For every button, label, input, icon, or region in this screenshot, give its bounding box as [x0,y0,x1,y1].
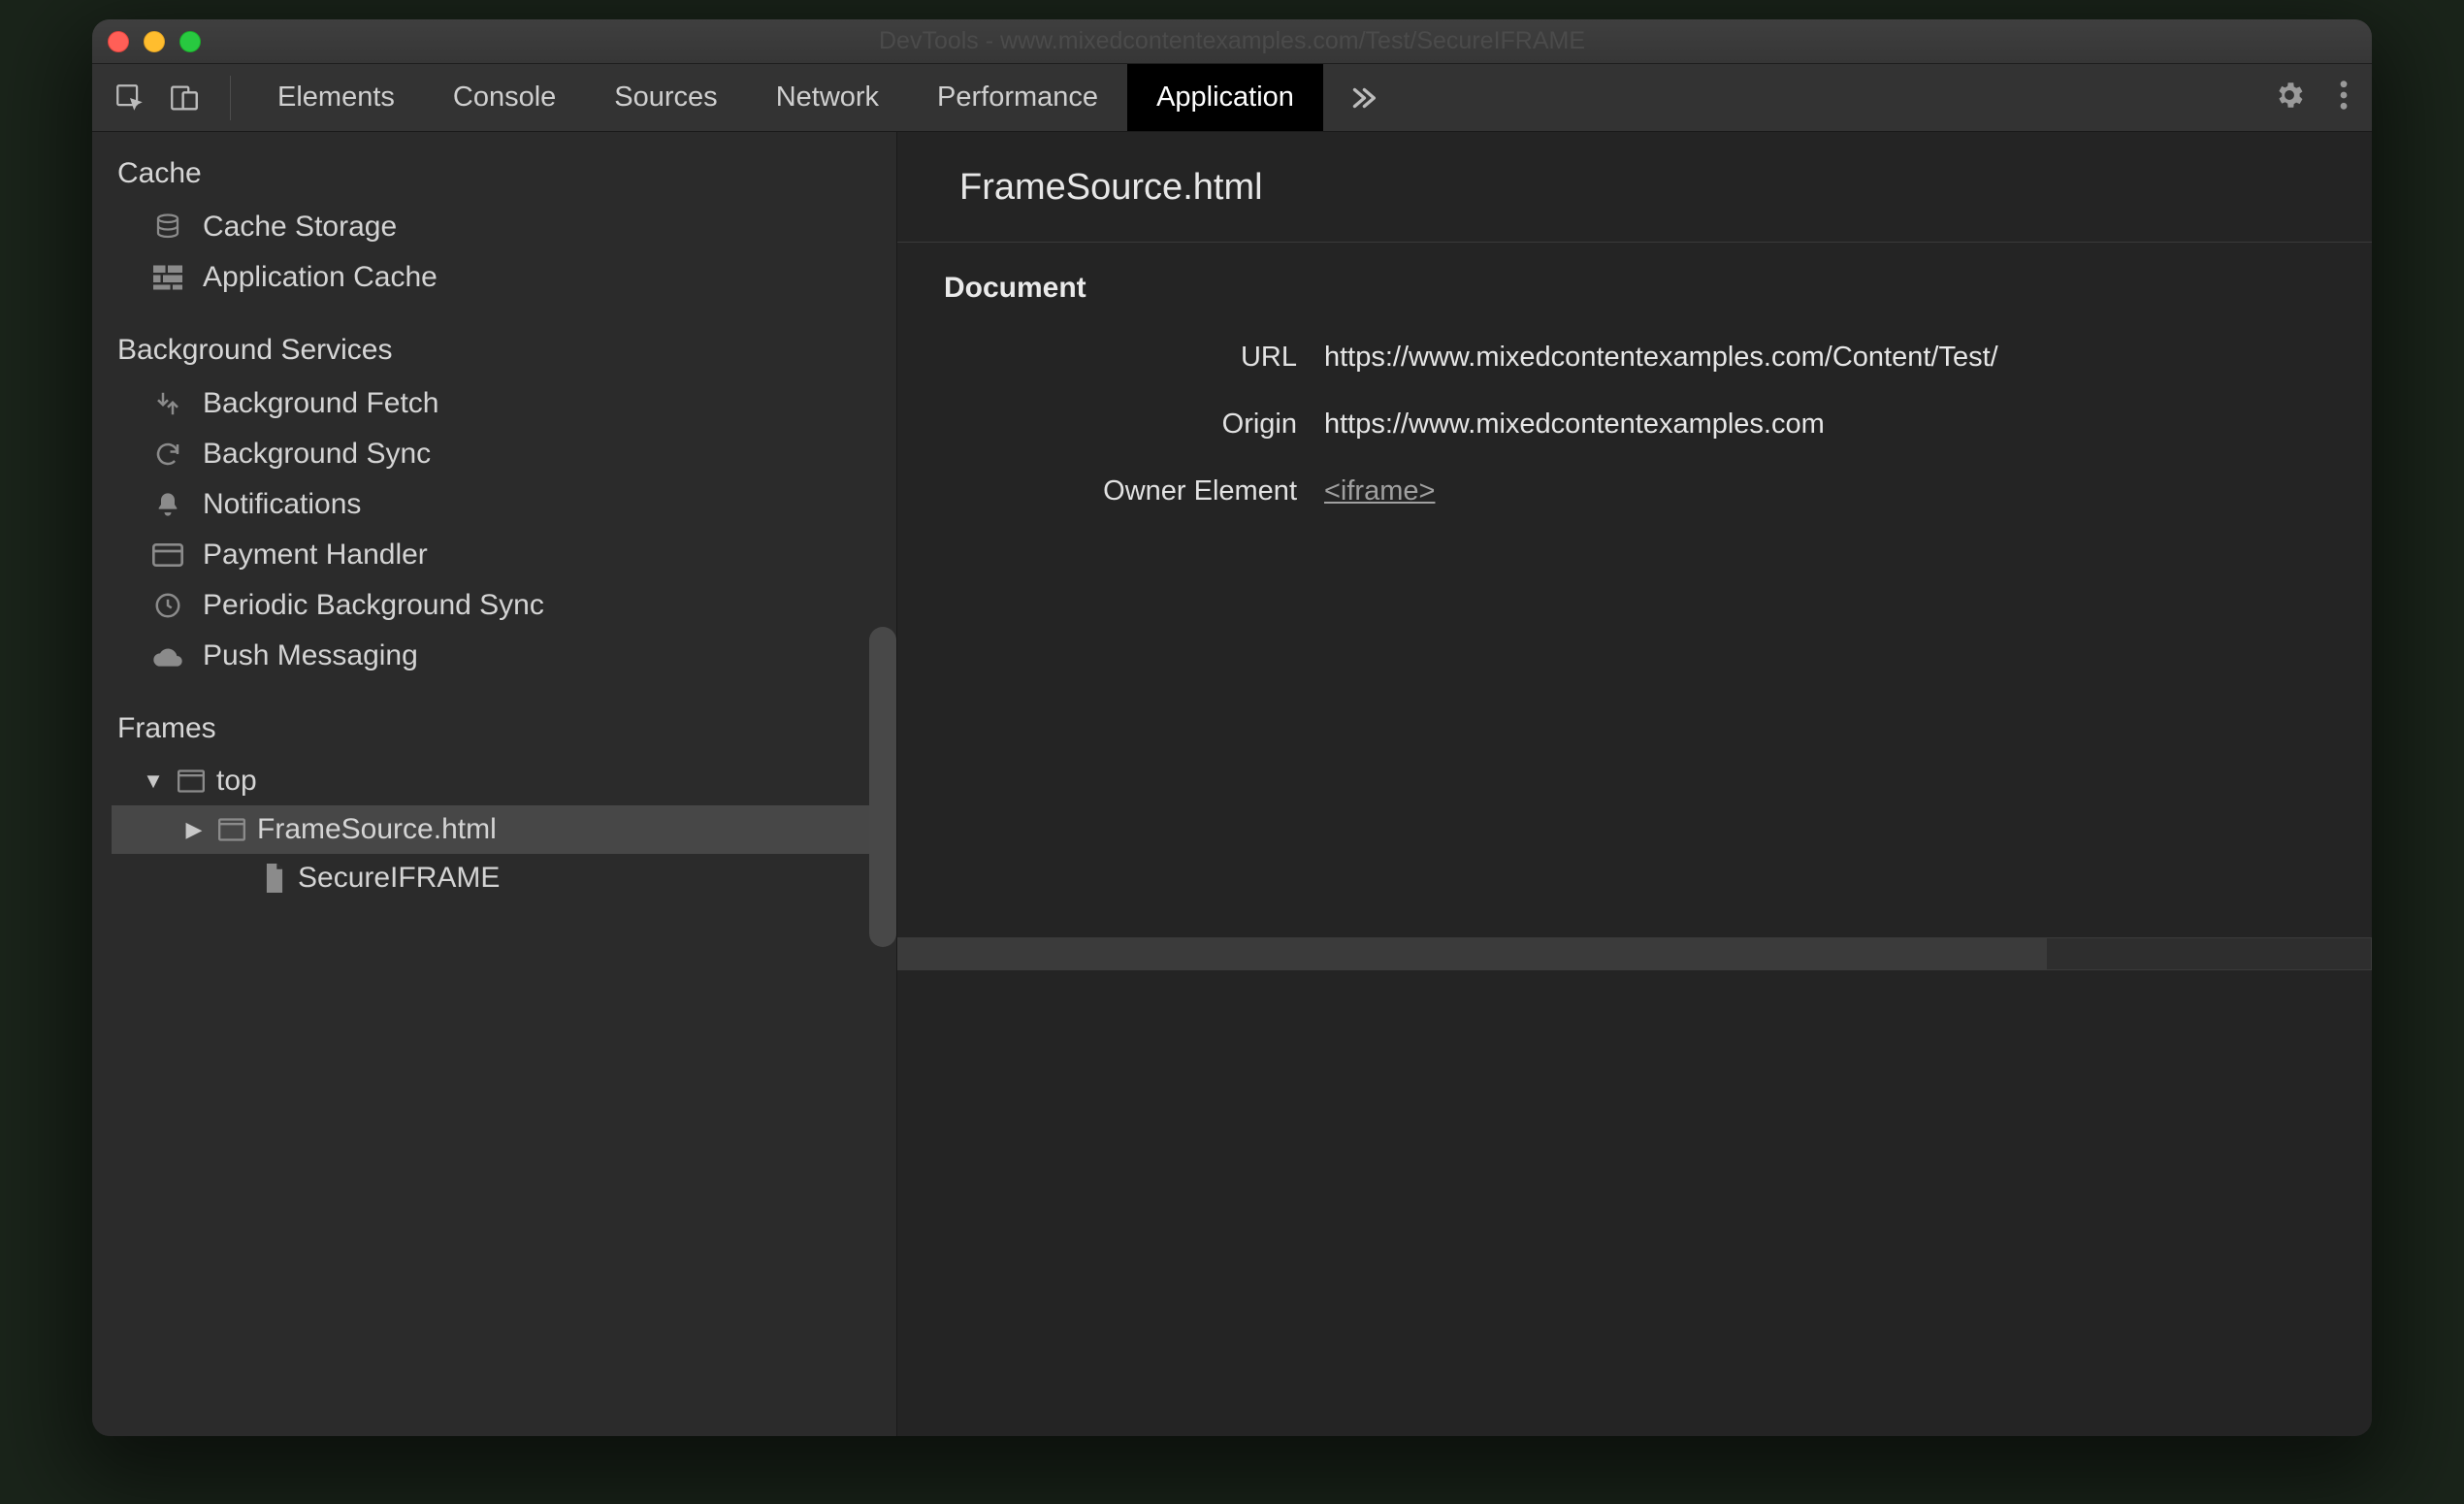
sidebar-item-push-messaging[interactable]: Push Messaging [92,631,896,681]
detail-row-owner-element: Owner Element <iframe> [897,458,2372,525]
fetch-icon [150,389,185,418]
device-toggle-icon[interactable] [168,82,201,114]
detail-section-heading: Document [897,243,2372,324]
disclosure-triangle-right-icon[interactable]: ▶ [181,817,207,842]
database-icon [150,213,185,242]
bell-icon [150,490,185,519]
sidebar-heading-background-services: Background Services [92,318,896,378]
tab-performance[interactable]: Performance [908,64,1127,131]
frame-detail-pane: FrameSource.html Document URL https://ww… [897,132,2372,1436]
detail-row-url: URL https://www.mixedcontentexamples.com… [897,324,2372,391]
titlebar: DevTools - www.mixedcontentexamples.com/… [92,19,2372,64]
horizontal-scrollbar-thumb[interactable] [898,938,2047,969]
owner-element-link[interactable]: <iframe> [1324,475,1435,507]
tab-console[interactable]: Console [424,64,585,131]
sidebar-item-label: Push Messaging [203,639,418,672]
sync-icon [150,440,185,469]
frame-icon [218,818,245,841]
frames-tree-framesource[interactable]: ▶ FrameSource.html [112,805,896,854]
grid-icon [150,264,185,291]
cloud-icon [150,644,185,668]
tree-label: top [216,765,257,798]
document-icon [263,864,286,893]
sidebar-item-application-cache[interactable]: Application Cache [92,252,896,303]
sidebar-item-background-fetch[interactable]: Background Fetch [92,378,896,429]
devtools-window: DevTools - www.mixedcontentexamples.com/… [92,19,2372,1436]
devtools-toolbar: Elements Console Sources Network Perform… [92,64,2372,132]
disclosure-triangle-down-icon[interactable]: ▼ [141,768,166,794]
detail-value-url: https://www.mixedcontentexamples.com/Con… [1324,342,1998,374]
window-title: DevTools - www.mixedcontentexamples.com/… [92,27,2372,55]
inspect-element-icon[interactable] [113,82,146,114]
tab-sources[interactable]: Sources [585,64,746,131]
toolbar-divider [230,76,231,120]
sidebar-item-label: Background Sync [203,438,431,471]
frames-tree-secureiframe[interactable]: SecureIFRAME [112,854,896,902]
panel-body: Cache Cache Storage Application Cache [92,132,2372,1436]
panel-tabs: Elements Console Sources Network Perform… [248,64,1323,131]
sidebar-heading-frames: Frames [92,697,896,757]
sidebar-item-payment-handler[interactable]: Payment Handler [92,530,896,580]
kebab-menu-icon[interactable] [2339,79,2349,116]
detail-row-origin: Origin https://www.mixedcontentexamples.… [897,391,2372,458]
sidebar-item-background-sync[interactable]: Background Sync [92,429,896,479]
sidebar-item-periodic-background-sync[interactable]: Periodic Background Sync [92,580,896,631]
card-icon [150,542,185,568]
sidebar-heading-cache: Cache [92,142,896,202]
frame-icon [178,769,205,793]
sidebar-item-notifications[interactable]: Notifications [92,479,896,530]
tab-elements[interactable]: Elements [248,64,424,131]
sidebar-item-label: Application Cache [203,261,438,294]
settings-icon[interactable] [2273,79,2306,116]
tab-application[interactable]: Application [1127,64,1323,131]
tree-label: SecureIFRAME [298,862,500,895]
horizontal-scrollbar-track[interactable] [897,937,2372,970]
sidebar-item-label: Periodic Background Sync [203,589,544,622]
detail-value-origin: https://www.mixedcontentexamples.com [1324,409,1825,441]
sidebar-scrollbar[interactable] [869,627,896,947]
more-tabs-icon[interactable] [1323,64,1403,131]
application-sidebar: Cache Cache Storage Application Cache [92,132,897,1436]
detail-label: Origin [897,409,1324,441]
clock-icon [150,591,185,620]
frames-tree-top[interactable]: ▼ top [112,757,896,805]
detail-label: URL [897,342,1324,374]
tree-label: FrameSource.html [257,813,497,846]
sidebar-item-label: Cache Storage [203,211,397,244]
sidebar-item-label: Background Fetch [203,387,438,420]
detail-title: FrameSource.html [897,132,2372,243]
sidebar-item-label: Payment Handler [203,539,428,572]
sidebar-item-cache-storage[interactable]: Cache Storage [92,202,896,252]
sidebar-item-label: Notifications [203,488,361,521]
tab-network[interactable]: Network [747,64,908,131]
detail-label: Owner Element [897,475,1324,507]
